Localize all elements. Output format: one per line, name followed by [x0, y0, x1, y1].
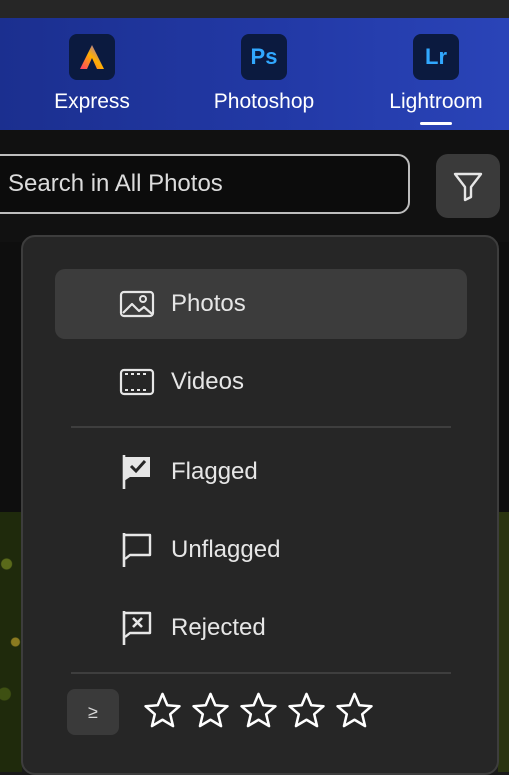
menu-divider — [71, 672, 451, 674]
image-icon — [119, 286, 155, 322]
flag-outline-icon — [119, 532, 155, 568]
rating-operator-button[interactable]: ≥ — [67, 689, 119, 735]
app-switcher-bar: Express Ps Photoshop Lr Lightroom — [0, 18, 509, 130]
star-rating[interactable] — [143, 691, 374, 730]
menu-item-flagged[interactable]: Flagged — [55, 437, 467, 507]
star-icon[interactable] — [239, 691, 278, 730]
app-lightroom[interactable]: Lr Lightroom — [366, 34, 506, 125]
star-icon[interactable] — [191, 691, 230, 730]
app-label-photoshop: Photoshop — [213, 90, 315, 113]
search-row — [0, 130, 509, 242]
menu-item-label-unflagged: Unflagged — [171, 536, 281, 563]
background-photo-left — [0, 242, 22, 772]
active-app-indicator — [420, 122, 452, 125]
app-label-lightroom: Lightroom — [389, 90, 483, 113]
lightroom-logo-icon: Lr — [413, 34, 459, 80]
menu-item-label-photos: Photos — [171, 290, 246, 317]
menu-divider — [71, 426, 451, 428]
flag-check-icon — [119, 454, 155, 490]
filter-button[interactable] — [436, 154, 500, 218]
filter-funnel-icon — [453, 172, 483, 202]
search-box[interactable] — [0, 154, 410, 214]
star-icon[interactable] — [335, 691, 374, 730]
star-icon[interactable] — [143, 691, 182, 730]
menu-item-videos[interactable]: Videos — [55, 347, 467, 417]
flag-x-icon — [119, 610, 155, 646]
film-strip-icon — [119, 364, 155, 400]
star-icon[interactable] — [287, 691, 326, 730]
background-photo-right — [498, 242, 509, 772]
app-label-express: Express — [54, 90, 130, 113]
photoshop-logo-icon: Ps — [241, 34, 287, 80]
menu-item-photos[interactable]: Photos — [55, 269, 467, 339]
menu-item-label-flagged: Flagged — [171, 458, 258, 485]
menu-item-label-rejected: Rejected — [171, 614, 266, 641]
express-logo-icon — [69, 34, 115, 80]
menu-item-label-videos: Videos — [171, 368, 244, 395]
app-photoshop[interactable]: Ps Photoshop — [194, 34, 334, 114]
app-express[interactable]: Express — [22, 34, 162, 114]
menu-item-unflagged[interactable]: Unflagged — [55, 515, 467, 585]
search-input[interactable] — [6, 169, 390, 199]
filter-menu: Photos Videos Flagged Unflagged Rejected… — [21, 235, 499, 775]
top-strip — [0, 0, 509, 20]
menu-item-rejected[interactable]: Rejected — [55, 593, 467, 663]
